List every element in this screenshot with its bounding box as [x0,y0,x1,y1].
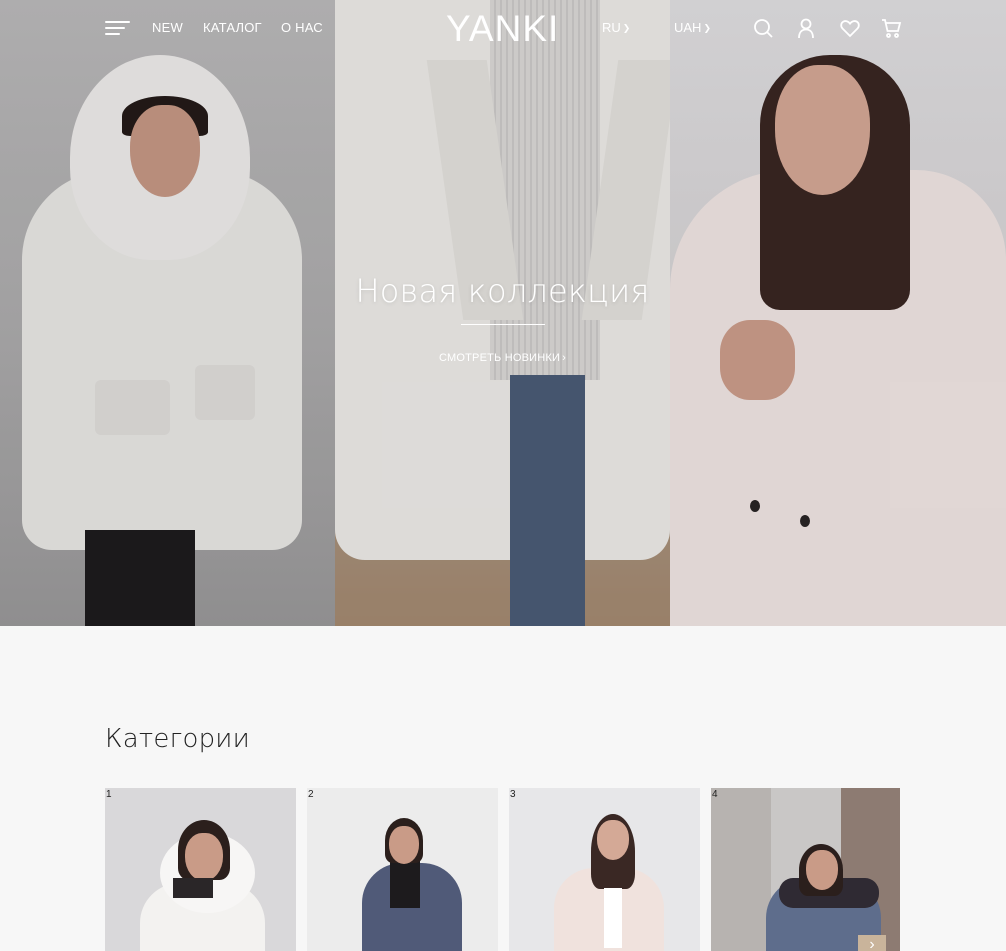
view-new-arrivals-link[interactable]: СМОТРЕТЬ НОВИНКИ › [335,352,670,364]
search-icon[interactable] [752,17,774,39]
chevron-right-icon: › [562,352,566,364]
hero-banner [0,0,1006,626]
site-logo[interactable]: YANKI [446,9,559,49]
category-number: 1 [106,789,112,800]
nav-link-catalog[interactable]: КАТАЛОГ [203,20,262,35]
hero-divider [461,324,545,325]
chevron-down-icon: ❯ [703,23,711,33]
language-value: RU [602,20,621,35]
language-select[interactable]: RU ❯ [602,20,630,35]
heart-icon[interactable] [839,17,861,39]
category-number: 4 [712,789,718,800]
chevron-right-icon: › [869,936,875,951]
category-number: 2 [308,789,314,800]
category-card-1[interactable]: 1 [105,788,296,951]
category-number: 3 [510,789,516,800]
view-new-arrivals-label: СМОТРЕТЬ НОВИНКИ [438,352,561,364]
cart-icon[interactable] [880,17,902,39]
currency-select[interactable]: UAH ❯ [674,20,711,35]
category-card-2[interactable]: 2 [307,788,498,951]
site-header: NEW КАТАЛОГ О НАС YANKI RU ❯ UAH ❯ [0,0,1006,60]
user-icon[interactable] [795,17,817,39]
category-card-4[interactable]: 4 [711,788,900,951]
hero-overlay [0,0,1006,626]
hero-title: Новая коллекция [355,272,650,310]
categories-title: Категории [105,724,250,754]
category-card-3[interactable]: 3 [509,788,700,951]
nav-link-new[interactable]: NEW [152,20,183,35]
chevron-down-icon: ❯ [622,23,631,33]
nav-link-about[interactable]: О НАС [281,20,323,35]
currency-value: UAH [674,20,702,35]
burger-menu-icon[interactable] [105,21,130,37]
carousel-next-button[interactable]: › [858,935,886,951]
